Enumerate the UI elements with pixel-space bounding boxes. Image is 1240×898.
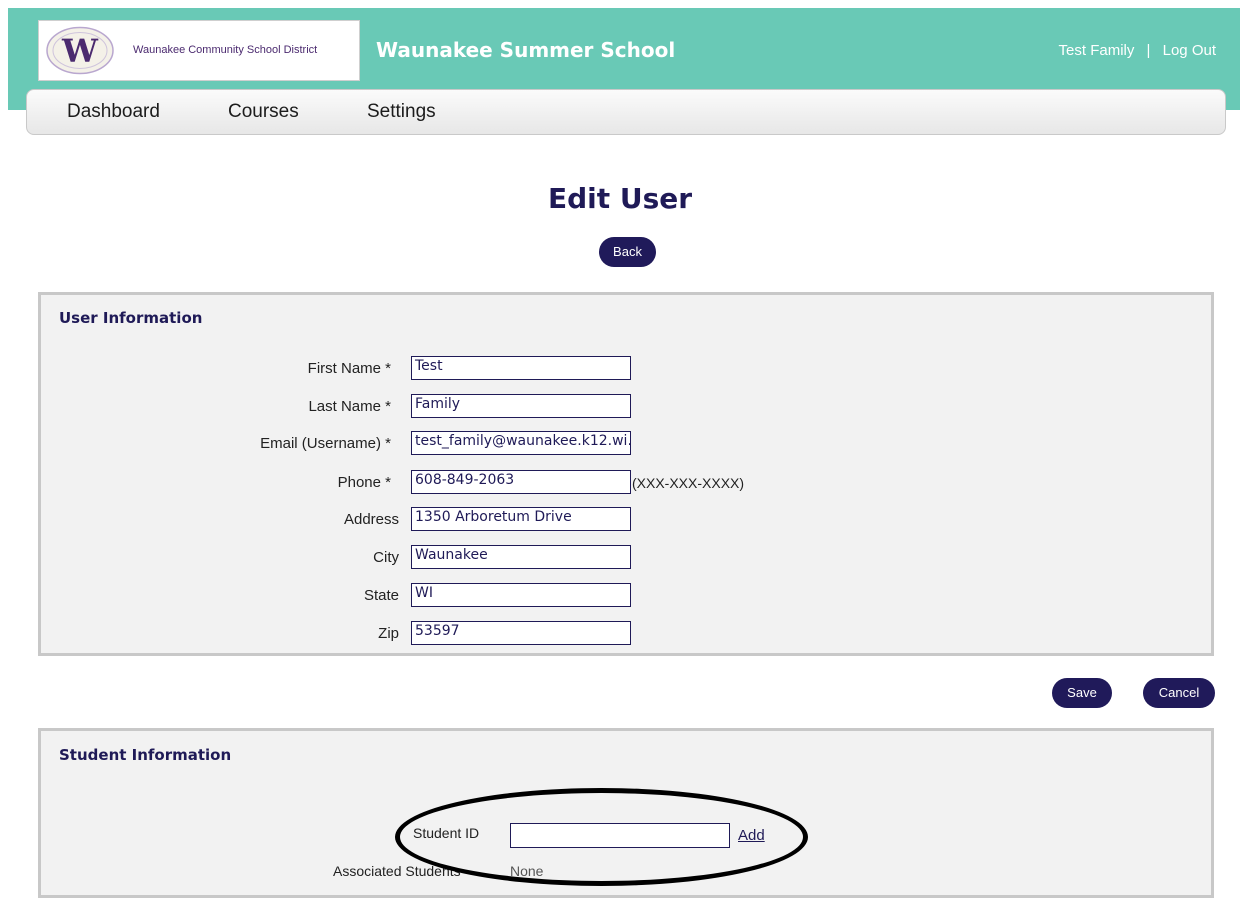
user-info-panel: User Information First Name * Test Last … xyxy=(38,292,1214,656)
last-name-label: Last Name * xyxy=(308,398,391,415)
save-button[interactable]: Save xyxy=(1052,678,1112,708)
nav-item-courses[interactable]: Courses xyxy=(228,101,299,123)
student-info-heading: Student Information xyxy=(59,746,232,764)
back-button[interactable]: Back xyxy=(599,237,656,267)
last-name-field[interactable]: Family xyxy=(411,394,631,418)
phone-format-hint: (XXX-XXX-XXXX) xyxy=(632,475,745,491)
district-crest-icon: W xyxy=(46,26,114,75)
email-field[interactable]: test_family@waunakee.k12.wi.us xyxy=(411,431,631,455)
zip-field[interactable]: 53597 xyxy=(411,621,631,645)
main-nav: Dashboard Courses Settings xyxy=(26,89,1226,135)
phone-field[interactable]: 608-849-2063 xyxy=(411,470,631,494)
district-name: Waunakee Community School District xyxy=(133,44,318,56)
app-title: Waunakee Summer School xyxy=(376,38,676,62)
first-name-field[interactable]: Test xyxy=(411,356,631,380)
user-name-link[interactable]: Test Family xyxy=(1059,42,1135,59)
city-label: City xyxy=(373,549,399,566)
address-field[interactable]: 1350 Arboretum Drive xyxy=(411,507,631,531)
cancel-button[interactable]: Cancel xyxy=(1143,678,1215,708)
logout-link[interactable]: Log Out xyxy=(1163,42,1216,59)
state-field[interactable]: WI xyxy=(411,583,631,607)
phone-label: Phone * xyxy=(337,474,391,491)
zip-label: Zip xyxy=(378,625,399,642)
user-info-heading: User Information xyxy=(59,309,203,327)
highlight-oval-annotation xyxy=(395,788,808,886)
nav-item-dashboard[interactable]: Dashboard xyxy=(67,101,160,123)
user-menu-separator: | xyxy=(1146,42,1151,59)
city-field[interactable]: Waunakee xyxy=(411,545,631,569)
user-menu: Test Family | Log Out xyxy=(1059,42,1216,59)
first-name-label: First Name * xyxy=(307,360,391,377)
svg-text:W: W xyxy=(61,32,99,70)
email-label: Email (Username) * xyxy=(260,435,391,452)
page-title: Edit User xyxy=(547,182,693,215)
district-logo[interactable]: W Waunakee Community School District xyxy=(38,20,360,81)
nav-item-settings[interactable]: Settings xyxy=(367,101,436,123)
state-label: State xyxy=(363,587,399,604)
address-label: Address xyxy=(343,511,399,528)
